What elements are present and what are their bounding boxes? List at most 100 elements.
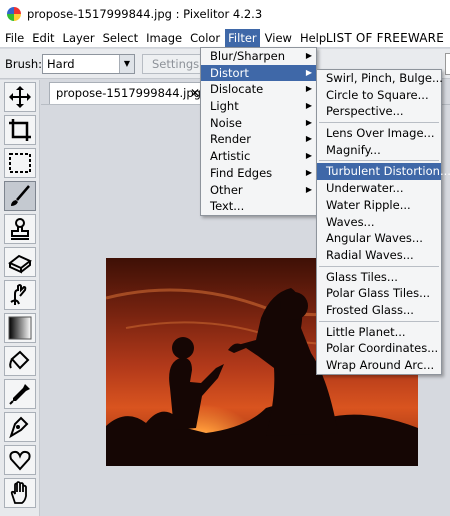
menu-color[interactable]: Color	[187, 29, 223, 47]
distort-radial-waves[interactable]: Radial Waves...	[317, 247, 441, 264]
menu-separator	[319, 265, 439, 267]
selection-tool-button[interactable]	[4, 148, 36, 178]
move-tool-button[interactable]	[4, 82, 36, 112]
selection-tool-icon	[9, 153, 31, 173]
menu-image[interactable]: Image	[143, 29, 185, 47]
brush-type-select[interactable]: Hard ▼	[42, 54, 135, 74]
filter-menu-find-edges[interactable]: Find Edges ▶	[201, 165, 316, 182]
distort-wrap-around-arc[interactable]: Wrap Around Arc...	[317, 357, 441, 374]
menu-filter[interactable]: Filter	[225, 28, 260, 47]
menu-item-label: Artistic	[210, 149, 251, 164]
distort-water-ripple[interactable]: Water Ripple...	[317, 197, 441, 214]
brush-settings-button[interactable]: Settings...	[142, 54, 210, 74]
move-tool-icon	[9, 86, 31, 108]
color-picker-tool-button[interactable]	[4, 379, 36, 409]
distort-underwater[interactable]: Underwater...	[317, 180, 441, 197]
distort-little-planet[interactable]: Little Planet...	[317, 324, 441, 341]
menu-separator	[319, 320, 439, 322]
submenu-arrow-icon: ▶	[305, 67, 312, 77]
hand-tool-button[interactable]	[4, 478, 36, 508]
filter-menu-text[interactable]: Text...	[201, 198, 316, 215]
submenu-arrow-icon: ▶	[305, 117, 312, 127]
filter-menu-other[interactable]: Other ▶	[201, 182, 316, 199]
paint-bucket-tool-icon	[9, 350, 30, 370]
filter-menu-blur-sharpen[interactable]: Blur/Sharpen ▶	[201, 48, 316, 65]
title-bar: propose-1517999844.jpg : Pixelitor 4.2.3	[0, 0, 450, 28]
distort-swirl-pinch-bulge[interactable]: Swirl, Pinch, Bulge...	[317, 70, 443, 87]
filter-menu-dislocate[interactable]: Dislocate ▶	[201, 81, 316, 98]
eraser-tool-button[interactable]	[4, 247, 36, 277]
distort-lens-over-image[interactable]: Lens Over Image...	[317, 125, 441, 142]
menu-help[interactable]: Help	[297, 29, 329, 47]
crop-tool-icon	[9, 119, 31, 141]
menu-file[interactable]: File	[2, 29, 27, 47]
options-field[interactable]	[445, 53, 450, 75]
filter-menu: Blur/Sharpen ▶ Distort ▶ Dislocate ▶ Light ▶…	[200, 47, 317, 216]
distort-magnify[interactable]: Magnify...	[317, 142, 441, 159]
distort-turbulent-distortion[interactable]: Turbulent Distortion...	[317, 163, 450, 181]
menu-separator	[319, 122, 439, 124]
crop-tool-button[interactable]	[4, 115, 36, 145]
distort-polar-glass-tiles[interactable]: Polar Glass Tiles...	[317, 285, 441, 302]
submenu-arrow-icon: ▶	[305, 51, 312, 60]
smudge-tool-icon	[10, 284, 27, 305]
filter-menu-artistic[interactable]: Artistic ▶	[201, 148, 316, 165]
clone-stamp-tool-button[interactable]	[4, 214, 36, 244]
submenu-arrow-icon: ▶	[305, 184, 312, 194]
gradient-tool-icon	[8, 316, 32, 340]
menu-separator	[319, 160, 439, 162]
menu-item-label: Find Edges	[210, 165, 273, 180]
filter-menu-render[interactable]: Render ▶	[201, 131, 316, 148]
menu-bar: File Edit Layer Select Image Color Filte…	[0, 28, 450, 48]
brush-tool-button[interactable]	[4, 181, 36, 211]
smudge-tool-button[interactable]	[4, 280, 36, 310]
hand-tool-icon	[10, 481, 27, 504]
document-tab[interactable]: propose-1517999844.jpg ✕	[49, 82, 206, 104]
distort-submenu: Swirl, Pinch, Bulge... Circle to Square.…	[316, 69, 450, 375]
pen-tool-button[interactable]	[4, 412, 36, 442]
distort-perspective[interactable]: Perspective...	[317, 103, 441, 120]
menu-item-label: Light	[210, 99, 239, 114]
menu-select[interactable]: Select	[100, 29, 141, 47]
document-tab-label: propose-1517999844.jpg	[56, 86, 201, 100]
shapes-tool-icon	[9, 450, 31, 471]
pixelitor-app-icon	[7, 7, 21, 21]
pen-tool-icon	[9, 416, 29, 439]
shapes-tool-button[interactable]	[4, 445, 36, 475]
distort-angular-waves[interactable]: Angular Waves...	[317, 230, 441, 247]
paint-bucket-tool-button[interactable]	[4, 346, 36, 376]
submenu-arrow-icon: ▶	[305, 101, 312, 111]
filter-menu-light[interactable]: Light ▶	[201, 98, 316, 115]
menu-item-label: Text...	[210, 199, 245, 214]
distort-circle-to-square[interactable]: Circle to Square...	[317, 87, 441, 104]
submenu-arrow-icon: ▶	[305, 151, 312, 161]
menu-item-label: Noise	[210, 115, 242, 130]
menu-item-label: Distort	[210, 65, 249, 80]
color-picker-tool-icon	[9, 384, 30, 405]
filter-menu-noise[interactable]: Noise ▶	[201, 115, 316, 132]
brand-watermark: LIST OF FREEWARE	[325, 31, 444, 45]
filter-menu-distort[interactable]: Distort ▶	[201, 64, 316, 82]
menu-view[interactable]: View	[262, 29, 295, 47]
distort-polar-coordinates[interactable]: Polar Coordinates...	[317, 340, 441, 357]
menu-edit[interactable]: Edit	[29, 29, 57, 47]
menu-item-label: Other	[210, 182, 243, 197]
distort-waves[interactable]: Waves...	[317, 214, 441, 231]
eraser-tool-icon	[8, 254, 32, 274]
menu-item-label: Render	[210, 132, 251, 147]
toolbox	[0, 80, 40, 516]
window-title: propose-1517999844.jpg : Pixelitor 4.2.3	[27, 7, 263, 21]
close-icon[interactable]: ✕	[190, 83, 200, 103]
brush-label: Brush:	[5, 57, 43, 71]
chevron-down-icon[interactable]: ▼	[119, 55, 134, 73]
gradient-tool-button[interactable]	[4, 313, 36, 343]
brush-type-value: Hard	[47, 57, 75, 71]
menu-layer[interactable]: Layer	[60, 29, 98, 47]
distort-frosted-glass[interactable]: Frosted Glass...	[317, 302, 441, 319]
submenu-arrow-icon: ▶	[305, 84, 312, 94]
menu-item-label: Dislocate	[210, 82, 264, 97]
distort-glass-tiles[interactable]: Glass Tiles...	[317, 269, 441, 286]
brush-tool-icon	[11, 185, 30, 206]
clone-stamp-tool-icon	[11, 218, 29, 240]
menu-item-label: Blur/Sharpen	[210, 49, 286, 63]
